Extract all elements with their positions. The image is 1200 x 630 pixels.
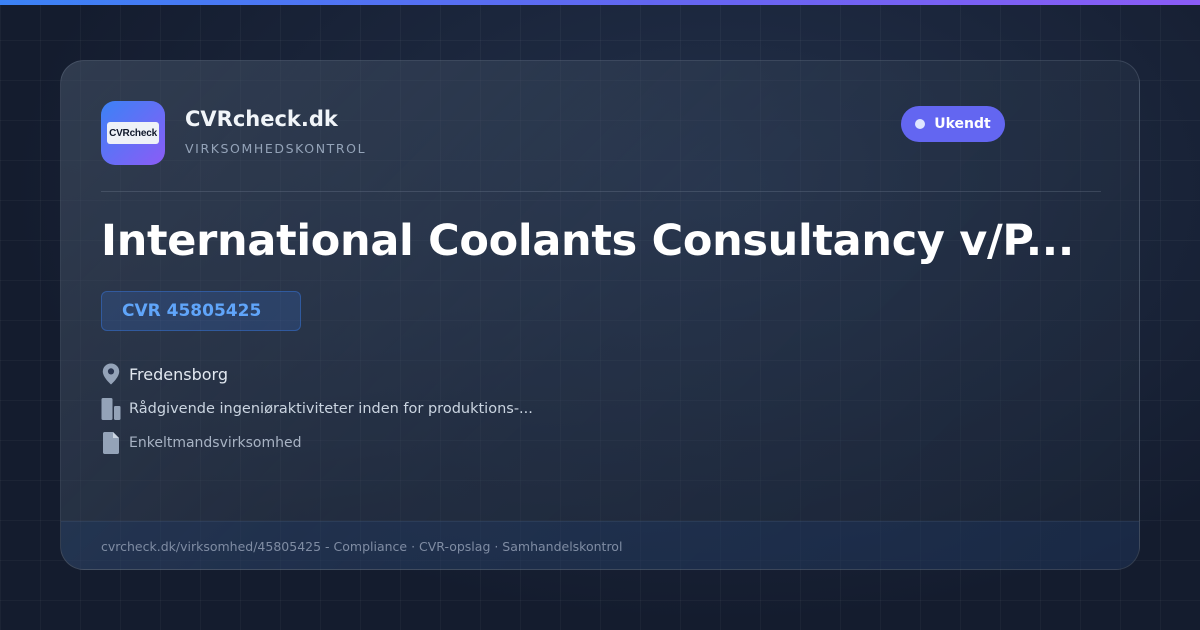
top-accent-bar — [0, 0, 1200, 5]
building-icon — [101, 398, 121, 420]
status-label: Ukendt — [934, 116, 991, 132]
status-dot-icon — [915, 119, 926, 129]
brand-logo: CVRcheck — [101, 101, 165, 165]
industry-row: Rådgivende ingeniøraktiviteter inden for… — [101, 398, 533, 420]
map-pin-icon — [101, 363, 121, 385]
document-icon — [101, 432, 121, 454]
footer: cvrcheck.dk/virksomhed/45805425 - Compli… — [61, 521, 1139, 569]
footer-text: cvrcheck.dk/virksomhed/45805425 - Compli… — [101, 539, 623, 554]
company-card: CVRcheck CVRcheck.dk VIRKSOMHEDSKONTROL … — [60, 60, 1140, 570]
brand-logo-text: CVRcheck — [107, 122, 159, 144]
industry-text: Rådgivende ingeniøraktiviteter inden for… — [129, 401, 533, 417]
cvr-badge: CVR 45805425 — [101, 291, 301, 331]
header-divider — [101, 191, 1101, 192]
location-row: Fredensborg — [101, 363, 228, 385]
brand-name: CVRcheck.dk — [185, 107, 338, 131]
brand-subtitle: VIRKSOMHEDSKONTROL — [185, 141, 367, 156]
cvr-number: CVR 45805425 — [122, 301, 262, 321]
company-type-row: Enkeltmandsvirksomhed — [101, 432, 302, 454]
company-name: International Coolants Consultancy v/P..… — [101, 216, 1074, 266]
location-text: Fredensborg — [129, 364, 228, 384]
status-badge: Ukendt — [901, 106, 1005, 142]
company-type-text: Enkeltmandsvirksomhed — [129, 435, 302, 451]
